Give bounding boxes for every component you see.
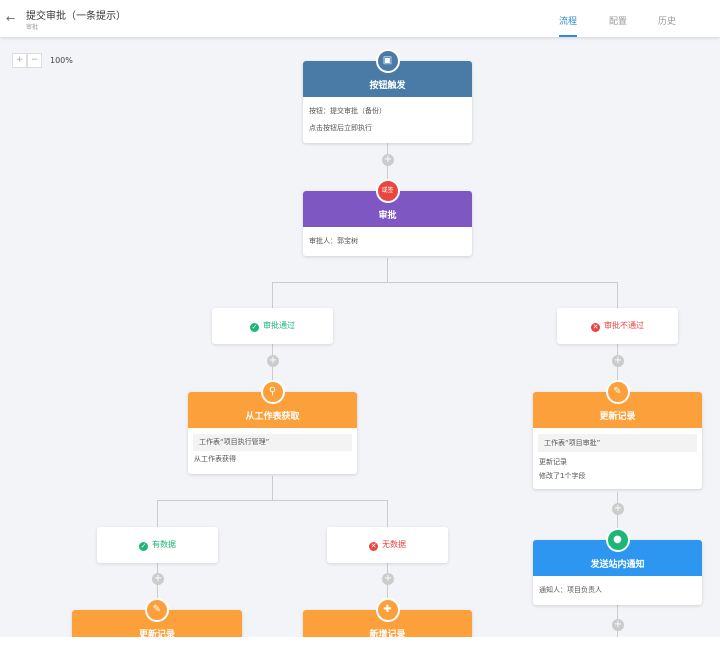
page-subtitle: 审批 <box>26 24 39 31</box>
node-detail: 工作表“项目审批” <box>538 434 697 452</box>
add-record-node[interactable]: 新增记录 ✚ <box>303 598 472 637</box>
header: ← 提交审批（一条提示） 审批 流程 配置 历史 <box>0 0 720 37</box>
footer-strip <box>0 637 720 645</box>
user-icon: ● <box>605 528 630 552</box>
node-detail: 修改了1个字段 <box>539 472 586 480</box>
add-node-button[interactable]: + <box>382 573 394 585</box>
back-arrow-icon[interactable]: ← <box>6 12 15 25</box>
check-circle-icon: ✓ <box>139 542 148 551</box>
x-circle-icon: ✕ <box>591 323 600 332</box>
tab-history[interactable]: 历史 <box>658 14 676 37</box>
zoom-in-button[interactable]: + <box>12 53 27 68</box>
tab-config[interactable]: 配置 <box>609 14 627 37</box>
add-node-button[interactable]: + <box>382 154 394 166</box>
branch-has-data[interactable]: ✓ 有数据 <box>97 527 218 563</box>
zoom-controls: + − 100% <box>12 53 73 68</box>
node-detail: 工作表“项目执行管理” <box>193 434 352 451</box>
notify-node[interactable]: 发送站内通知 ● 通知人：项目负责人 <box>533 528 702 605</box>
add-record-icon: ✚ <box>375 598 400 622</box>
get-from-sheet-node[interactable]: 从工作表获取 ⚲ 工作表“项目执行管理” 从工作表获得 <box>188 380 357 474</box>
connector <box>157 500 388 501</box>
branch-rejected[interactable]: ✕ 审批不通过 <box>557 308 678 344</box>
node-detail: 更新记录 <box>539 458 567 466</box>
connector <box>387 258 388 282</box>
branch-label: 有数据 <box>152 540 176 549</box>
branch-label: 无数据 <box>382 540 406 549</box>
zoom-level: 100% <box>50 56 73 65</box>
x-circle-icon: ✕ <box>369 542 378 551</box>
approval-badge: 或签 <box>375 179 400 203</box>
node-detail: 通知人：项目负责人 <box>539 586 602 594</box>
add-node-button[interactable]: + <box>612 619 624 631</box>
update-record-node[interactable]: 更新记录 ✎ <box>72 598 242 637</box>
connector <box>272 282 618 283</box>
connector <box>272 476 273 500</box>
add-node-button[interactable]: + <box>612 503 624 515</box>
node-detail: 点击按钮后立即执行 <box>309 124 372 132</box>
branch-no-data[interactable]: ✕ 无数据 <box>327 527 448 563</box>
update-record-node[interactable]: 更新记录 ✎ 工作表“项目审批” 更新记录 修改了1个字段 <box>533 380 702 489</box>
node-detail: 按钮：提交审批（备份） <box>309 107 386 115</box>
trigger-node[interactable]: 按钮触发 ▣ 按钮：提交审批（备份） 点击按钮后立即执行 <box>303 49 472 143</box>
flow-canvas[interactable]: + − 100% + + + + + + + 按钮触发 ▣ 按钮：提交审批（备份… <box>0 37 720 637</box>
branch-approved[interactable]: ✓ 审批通过 <box>212 308 333 344</box>
edit-record-icon: ✎ <box>145 598 169 622</box>
add-node-button[interactable]: + <box>612 355 624 367</box>
add-node-button[interactable]: + <box>152 573 164 585</box>
page-title: 提交审批（一条提示） <box>26 11 126 22</box>
node-detail: 审批人：郭宝树 <box>309 237 358 245</box>
node-detail: 从工作表获得 <box>194 455 236 463</box>
approval-node[interactable]: 审批 或签 审批人：郭宝树 <box>303 179 472 256</box>
zoom-out-button[interactable]: − <box>27 53 42 68</box>
tab-flow[interactable]: 流程 <box>559 14 578 37</box>
branch-label: 审批通过 <box>263 321 295 330</box>
edit-record-icon: ✎ <box>605 380 630 404</box>
search-icon: ⚲ <box>260 380 285 404</box>
branch-label: 审批不通过 <box>604 321 644 330</box>
check-circle-icon: ✓ <box>250 323 259 332</box>
button-trigger-icon: ▣ <box>375 49 400 73</box>
add-node-button[interactable]: + <box>267 355 279 367</box>
